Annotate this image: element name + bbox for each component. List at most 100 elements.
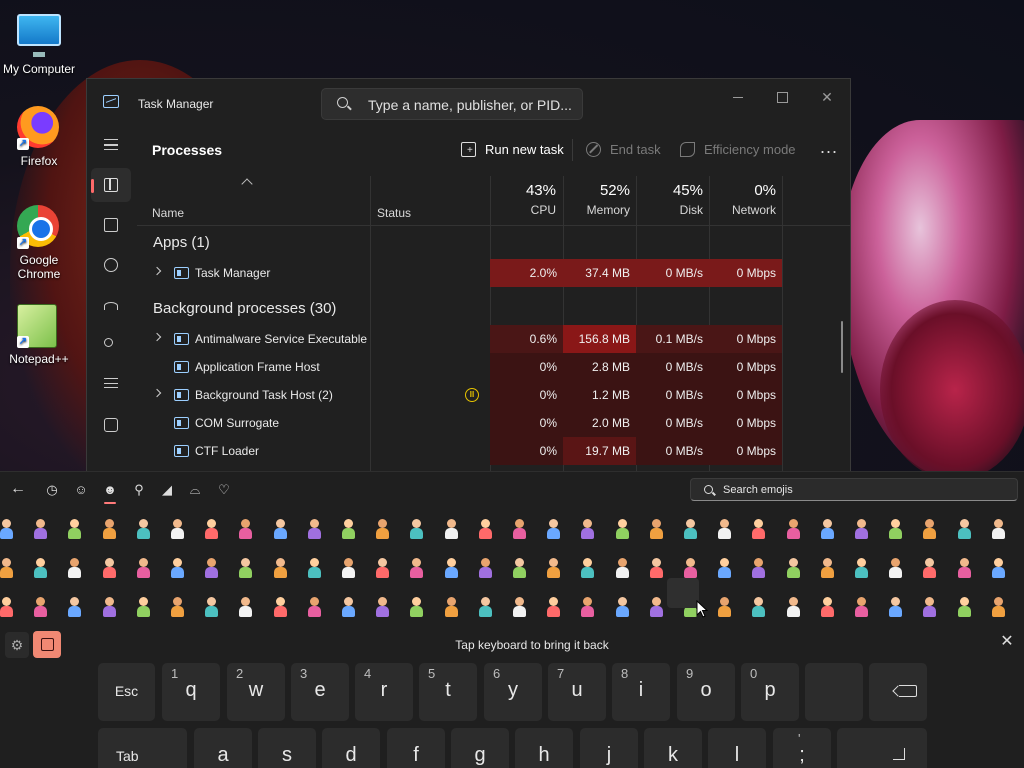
emoji-item[interactable]	[201, 518, 221, 540]
emoji-item[interactable]	[406, 518, 426, 540]
key-a[interactable]: a	[194, 728, 252, 768]
emoji-item[interactable]	[304, 596, 324, 618]
emoji-item[interactable]	[783, 596, 803, 618]
key-f[interactable]: f	[387, 728, 445, 768]
sidebar-item-details[interactable]	[91, 368, 131, 402]
table-row[interactable]: CTF Loader 0% 19.7 MB 0 MB/s 0 Mbps	[137, 437, 850, 465]
desktop-icon-my-computer[interactable]: My Computer	[1, 10, 77, 76]
emoji-item[interactable]	[509, 518, 529, 540]
key-e[interactable]: 3e	[291, 663, 349, 721]
column-header-name[interactable]: Name	[152, 206, 184, 220]
table-row[interactable]: Task Manager 2.0% 37.4 MB 0 MB/s 0 Mbps	[137, 259, 850, 287]
table-row[interactable]: Antimalware Service Executable 0.6% 156.…	[137, 325, 850, 353]
key-d[interactable]: d	[322, 728, 380, 768]
key-w[interactable]: 2w	[227, 663, 285, 721]
key-l[interactable]: l	[708, 728, 766, 768]
emoji-item[interactable]	[748, 518, 768, 540]
emoji-item[interactable]	[783, 557, 803, 579]
key-g[interactable]: g	[451, 728, 509, 768]
sidebar-item-app-history[interactable]	[91, 248, 131, 282]
emoji-item[interactable]	[680, 557, 700, 579]
emoji-item[interactable]	[270, 557, 290, 579]
emoji-item[interactable]	[612, 596, 632, 618]
key-h[interactable]: h	[515, 728, 573, 768]
emoji-item[interactable]	[99, 557, 119, 579]
emoji-item[interactable]	[270, 596, 290, 618]
emoji-item[interactable]	[577, 596, 597, 618]
emoji-item[interactable]	[954, 596, 974, 618]
emoji-item[interactable]	[475, 557, 495, 579]
table-row[interactable]: Application Frame Host 0% 2.8 MB 0 MB/s …	[137, 353, 850, 381]
emoji-item[interactable]	[99, 518, 119, 540]
desktop-icon-notepadpp[interactable]: ↗ Notepad++	[1, 304, 77, 366]
emoji-item[interactable]	[201, 596, 221, 618]
emoji-item[interactable]	[646, 557, 666, 579]
key-y[interactable]: 6y	[484, 663, 542, 721]
emoji-item[interactable]	[988, 518, 1008, 540]
sidebar-item-performance[interactable]	[91, 208, 131, 242]
emoji-item[interactable]	[748, 596, 768, 618]
vertical-scrollbar-thumb[interactable]	[841, 321, 843, 373]
location-icon[interactable]: ⚲	[129, 480, 149, 500]
expand-chevron-icon[interactable]	[152, 266, 162, 276]
emoji-item[interactable]	[64, 596, 84, 618]
desktop-icon-chrome[interactable]: ↗ Google Chrome	[1, 205, 77, 281]
emoji-item[interactable]	[919, 596, 939, 618]
emoji-item[interactable]	[543, 518, 563, 540]
smiley-icon[interactable]: ☺	[71, 480, 91, 500]
key-u[interactable]: 7u	[548, 663, 606, 721]
emoji-item[interactable]	[988, 557, 1008, 579]
key-q[interactable]: 1q	[162, 663, 220, 721]
objects-icon[interactable]: ⌓	[185, 480, 205, 500]
emoji-search-input[interactable]	[723, 482, 1003, 498]
column-header-status[interactable]: Status	[377, 206, 411, 220]
emoji-item[interactable]	[885, 557, 905, 579]
emoji-item[interactable]	[748, 557, 768, 579]
column-header-memory[interactable]: 52% Memory	[558, 182, 630, 217]
emoji-item[interactable]	[338, 518, 358, 540]
table-row[interactable]: Background Task Host (2) II 0% 1.2 MB 0 …	[137, 381, 850, 409]
emoji-item[interactable]	[0, 557, 16, 579]
emoji-item[interactable]	[235, 557, 255, 579]
emoji-item[interactable]	[30, 596, 50, 618]
sidebar-item-services[interactable]	[91, 408, 131, 442]
emoji-item[interactable]	[851, 557, 871, 579]
emoji-item[interactable]	[919, 518, 939, 540]
sort-caret-icon[interactable]	[241, 178, 253, 190]
expand-chevron-icon[interactable]	[152, 332, 162, 342]
key-p[interactable]: 0p	[741, 663, 799, 721]
more-options-button[interactable]: ...	[817, 137, 841, 161]
emoji-item[interactable]	[167, 596, 187, 618]
emoji-item[interactable]	[304, 518, 324, 540]
emoji-item[interactable]	[543, 596, 563, 618]
emoji-item[interactable]	[954, 557, 974, 579]
emoji-item[interactable]	[612, 518, 632, 540]
emoji-item[interactable]	[988, 596, 1008, 618]
key-s[interactable]: s	[258, 728, 316, 768]
recent-icon[interactable]: ◷	[42, 480, 62, 500]
emoji-item[interactable]	[817, 596, 837, 618]
emoji-item[interactable]	[817, 518, 837, 540]
close-button[interactable]: ✕	[809, 85, 845, 109]
emoji-item[interactable]	[372, 518, 392, 540]
column-header-network[interactable]: 0% Network	[704, 182, 776, 217]
emoji-item[interactable]	[406, 557, 426, 579]
emoji-item[interactable]	[817, 557, 837, 579]
key-semicolon[interactable]: ';	[773, 728, 831, 768]
emoji-item[interactable]	[714, 596, 734, 618]
key-j[interactable]: j	[580, 728, 638, 768]
emoji-item[interactable]	[543, 557, 563, 579]
table-row[interactable]: COM Surrogate 0% 2.0 MB 0 MB/s 0 Mbps	[137, 409, 850, 437]
key-tab[interactable]: Tab	[98, 728, 187, 768]
emoji-item[interactable]	[64, 557, 84, 579]
emoji-item[interactable]	[304, 557, 324, 579]
emoji-item[interactable]	[133, 596, 153, 618]
emoji-item[interactable]	[646, 596, 666, 618]
emoji-item[interactable]	[509, 596, 529, 618]
emoji-item[interactable]	[235, 596, 255, 618]
column-header-cpu[interactable]: 43% CPU	[484, 182, 556, 217]
close-keyboard-button[interactable]: ✕	[998, 633, 1016, 651]
key-i[interactable]: 8i	[612, 663, 670, 721]
key-k[interactable]: k	[644, 728, 702, 768]
emoji-item[interactable]	[99, 596, 119, 618]
